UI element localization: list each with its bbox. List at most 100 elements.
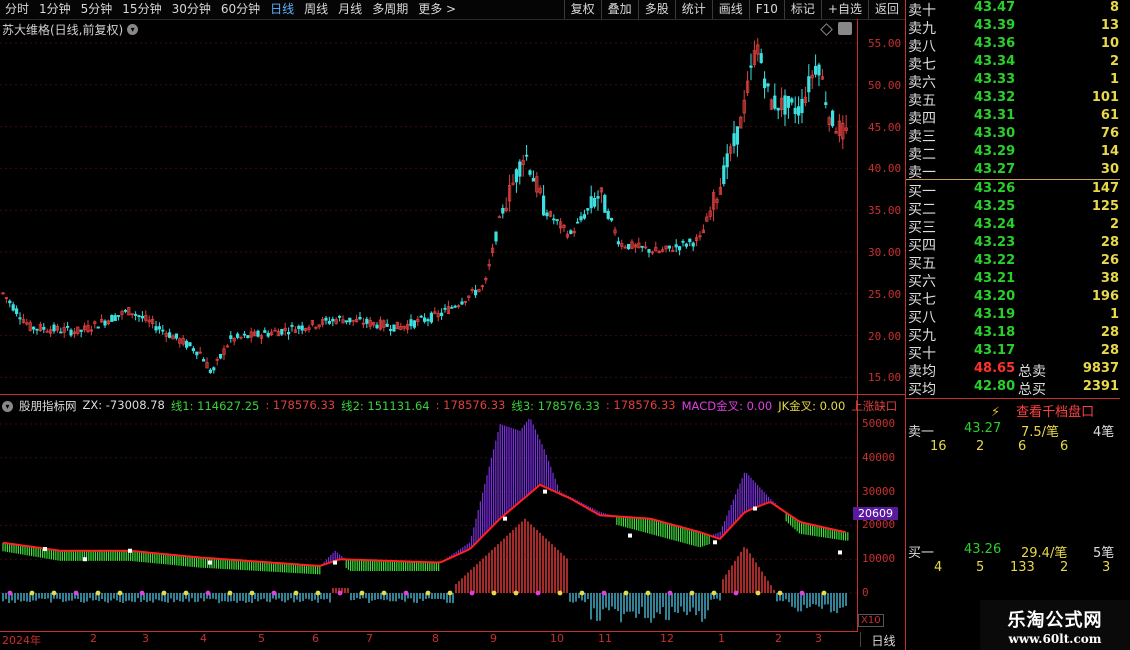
buy-level-6[interactable]: 买六 43.21 38 (906, 271, 1121, 290)
tab-period-3[interactable]: 15分钟 (117, 0, 166, 19)
sell-level-3[interactable]: 卖三 43.30 76 (906, 126, 1121, 145)
indicator-value-8: JK金叉: 0.00 (778, 399, 846, 413)
tool-button-3[interactable]: 统计 (674, 0, 712, 19)
sell-level-price: 43.30 (974, 126, 1016, 141)
indicator-value-3: 线2: 151131.64 (341, 399, 430, 413)
indicator-tick: 20000 (862, 518, 896, 532)
chevron-down-icon[interactable]: ▾ (127, 24, 139, 35)
diamond-icon[interactable] (820, 23, 833, 36)
buy-level-3[interactable]: 买三 43.24 2 (906, 217, 1121, 236)
date-tick: 2 (90, 632, 97, 645)
tab-period-5[interactable]: 60分钟 (216, 0, 265, 19)
tab-period-2[interactable]: 5分钟 (76, 0, 118, 19)
sell-level-volume: 30 (1100, 162, 1119, 177)
indicator-header: ▾ 股朋指标网 ZX: -73008.78 线1: 114627.25: 1785… (2, 398, 897, 414)
date-tick: 6 (312, 632, 319, 645)
buy-level-price: 43.17 (974, 343, 1016, 358)
tool-button-5[interactable]: F10 (748, 0, 784, 19)
indicator-name[interactable]: 股朋指标网 (19, 398, 77, 414)
price-chart[interactable] (0, 38, 858, 392)
indicator-value-7: MACD金叉: 0.00 (681, 399, 773, 413)
buy-level-5[interactable]: 买五 43.22 26 (906, 253, 1121, 272)
tool-button-1[interactable]: 叠加 (600, 0, 638, 19)
sell-level-volume: 10 (1100, 36, 1119, 51)
sell-level-1[interactable]: 卖一 43.27 30 (906, 162, 1121, 181)
lightning-icon: ⚡ (991, 405, 1001, 420)
queue-per: 29.4/笔 (1021, 546, 1068, 561)
queue-order: 6 (1060, 439, 1069, 454)
price-tick: 55.00 (868, 37, 902, 50)
tab-period-9[interactable]: 多周期 (367, 0, 413, 19)
buy-level-label: 买四 (908, 238, 936, 254)
tab-period-6[interactable]: 日线 (265, 0, 299, 19)
chart-title[interactable]: 苏大维格(日线,前复权) (2, 21, 123, 38)
queue-count: 5笔 (1093, 546, 1115, 561)
sell-level-label: 卖八 (908, 39, 936, 55)
buy-level-1[interactable]: 买一 43.26 147 (906, 181, 1121, 200)
scroll-button[interactable] (838, 22, 852, 35)
indicator-tick: 50000 (862, 417, 896, 430)
buy-level-price: 43.18 (974, 325, 1016, 340)
tool-button-4[interactable]: 画线 (711, 0, 749, 19)
tab-period-7[interactable]: 周线 (299, 0, 333, 19)
queue-order: 16 (930, 439, 947, 454)
buy-level-9[interactable]: 买九 43.18 28 (906, 325, 1121, 344)
sell-level-label: 卖二 (908, 147, 936, 163)
buy-level-10[interactable]: 买十 43.17 28 (906, 343, 1121, 362)
sell-level-7[interactable]: 卖七 43.34 2 (906, 54, 1121, 73)
price-tick: 25.00 (868, 287, 902, 301)
sell-level-6[interactable]: 卖六 43.33 1 (906, 72, 1121, 91)
buy-level-price: 43.25 (974, 199, 1016, 214)
tab-period-8[interactable]: 月线 (333, 0, 367, 19)
buy-level-2[interactable]: 买二 43.25 125 (906, 199, 1121, 218)
queue-count: 4笔 (1093, 425, 1115, 440)
indicator-tick: 10000 (862, 552, 896, 566)
queue-price: 43.27 (964, 421, 1002, 436)
sell-level-10[interactable]: 卖十 43.47 8 (906, 0, 1121, 19)
buy-level-volume: 147 (1091, 181, 1119, 196)
sell-level-2[interactable]: 卖二 43.29 14 (906, 144, 1121, 163)
buy-level-label: 买五 (908, 256, 936, 272)
sell-level-4[interactable]: 卖四 43.31 61 (906, 108, 1121, 127)
tool-button-6[interactable]: 标记 (783, 0, 821, 19)
buy-level-volume: 28 (1100, 235, 1119, 250)
sell-level-8[interactable]: 卖八 43.36 10 (906, 36, 1121, 55)
date-tick: 12 (660, 632, 674, 645)
buy-level-volume: 1 (1109, 307, 1119, 322)
date-tick: 8 (432, 632, 439, 645)
tab-period-0[interactable]: 分时 (0, 0, 34, 19)
sell-level-volume: 2 (1109, 54, 1119, 69)
tool-button-8[interactable]: 返回 (867, 0, 905, 19)
view-1000-button[interactable]: ⚡ 查看千档盘口 (991, 401, 1094, 420)
tool-button-0[interactable]: 复权 (563, 0, 601, 19)
buy-level-volume: 28 (1100, 343, 1119, 358)
chevron-down-icon[interactable]: ▾ (2, 400, 13, 412)
tab-period-10[interactable]: 更多 > (413, 0, 461, 19)
tool-button-2[interactable]: 多股 (637, 0, 675, 19)
sell-level-label: 卖十 (908, 3, 936, 19)
buy-level-price: 43.19 (974, 307, 1016, 322)
chart-title-bar: 苏大维格(日线,前复权) ▾ (2, 21, 139, 38)
buy-level-4[interactable]: 买四 43.23 28 (906, 235, 1121, 254)
buy-level-price: 43.22 (974, 253, 1016, 268)
tab-period-1[interactable]: 1分钟 (34, 0, 76, 19)
tab-period-4[interactable]: 30分钟 (167, 0, 216, 19)
scale-badge[interactable]: X10 (858, 614, 884, 627)
buy-level-7[interactable]: 买七 43.20 196 (906, 289, 1121, 308)
price-tick: 15.00 (868, 371, 902, 385)
tool-button-7[interactable]: +自选 (820, 0, 868, 19)
sell-level-price: 43.32 (974, 90, 1016, 105)
indicator-chart[interactable] (0, 414, 858, 630)
sell-level-price: 43.29 (974, 144, 1016, 159)
avg-sell-row: 卖均 48.65 总卖 9837 (906, 361, 1121, 380)
indicator-value-6: : 178576.33 (605, 398, 676, 412)
sell-level-volume: 76 (1100, 126, 1119, 141)
buy-level-8[interactable]: 买八 43.19 1 (906, 307, 1121, 326)
price-tick: 35.00 (868, 204, 902, 218)
sell-level-volume: 8 (1109, 0, 1119, 15)
period-label[interactable]: 日线 (860, 632, 906, 648)
period-toolbar: 分时 1分钟 5分钟 15分钟 30分钟 60分钟 日线 周线 月线 多周期 更多 > 复权 叠加 多股… (0, 0, 905, 20)
sell-level-5[interactable]: 卖五 43.32 101 (906, 90, 1121, 109)
buy-level-price: 43.23 (974, 235, 1016, 250)
sell-level-9[interactable]: 卖九 43.39 13 (906, 18, 1121, 37)
